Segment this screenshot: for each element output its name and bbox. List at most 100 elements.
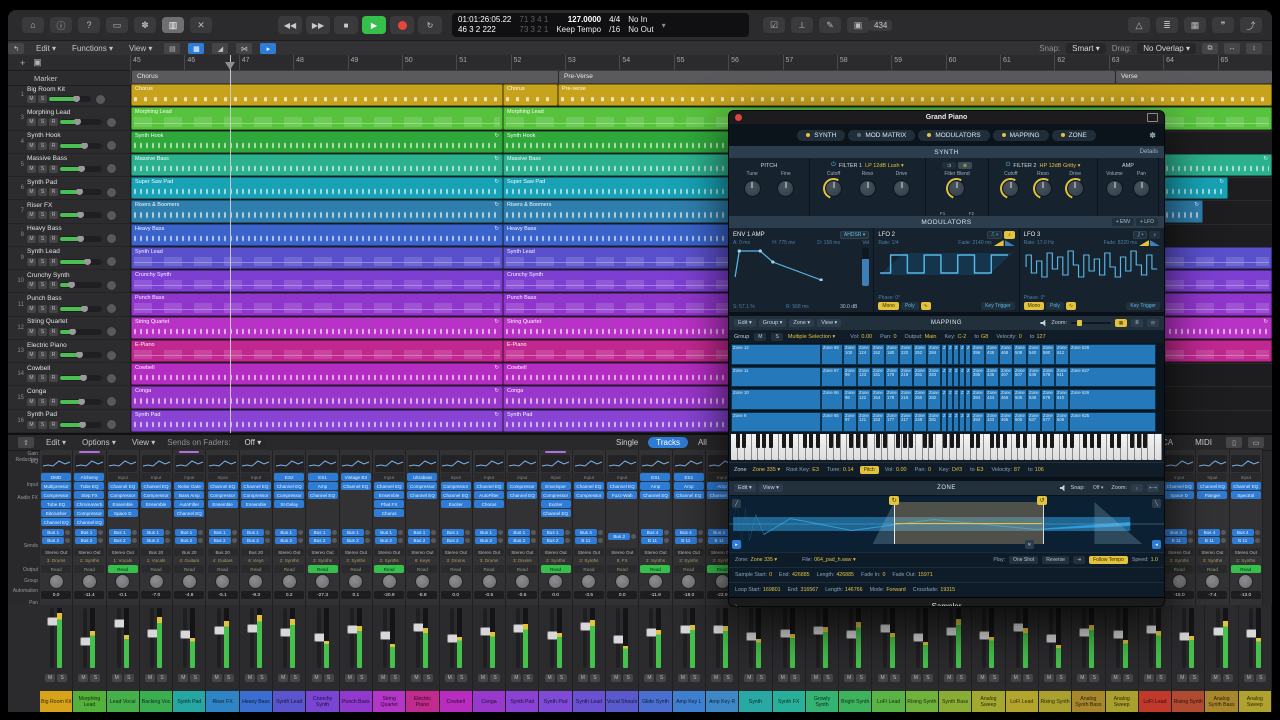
output-slot[interactable]: Bus 20 [141,548,171,556]
env-release[interactable]: R: 568 ms [786,304,809,310]
solo-button[interactable]: S [324,674,334,682]
volume-db-value[interactable]: -7.4 [1197,591,1227,599]
fader-strip[interactable]: MSSynth Pad [173,605,206,712]
channel-fader[interactable] [982,608,986,668]
lfo3-mono-button[interactable]: Mono [1024,302,1045,310]
eq-thumbnail[interactable] [241,455,270,472]
env-attack[interactable]: A: 0 ms [733,240,750,246]
lfo2-mono-button[interactable]: Mono [878,302,899,310]
channel-fader[interactable] [849,608,853,668]
piano-keyboard[interactable] [729,433,1164,462]
group-slot[interactable]: 5: FX [617,556,628,564]
zone-snap-select[interactable]: Off ▾ [1089,484,1107,492]
mixer-detach-icon[interactable]: ⇧ [18,437,34,448]
group-slot[interactable]: 3: Drums [480,556,499,564]
solo-button[interactable]: S [38,165,47,173]
automation-mode[interactable]: Read [574,565,604,573]
output-slot[interactable]: Bus 20 [174,548,204,556]
fx-slot[interactable]: Ensemble [374,491,404,499]
sample-field[interactable]: Fade In:0 [861,572,885,578]
fx-slot[interactable]: Channel EQ [507,491,537,499]
filter-blend-knob[interactable] [948,180,965,197]
fx-slot[interactable]: Channel EQ [274,482,304,490]
serial-routing-icon[interactable]: ⇉ [942,162,956,169]
zone-cell[interactable]: Zone 68 [821,344,843,365]
piano-white-key[interactable] [888,434,895,460]
output-slot[interactable]: Stereo Out [574,548,604,556]
group-slot[interactable]: 2: Synths [579,556,598,564]
send-knob[interactable] [65,530,70,535]
pan-knob[interactable] [115,574,130,589]
fx-slot[interactable]: Exciter [541,500,571,508]
piano-white-key[interactable] [916,434,923,460]
piano-black-key[interactable] [950,434,954,448]
mute-button[interactable]: M [27,374,36,382]
filter-type-select[interactable]: HP 12dB Gritty ▾ [1040,163,1081,169]
piano-black-key[interactable] [996,434,1000,448]
track-header[interactable]: 11Punch BassMSR [8,293,130,316]
back-icon[interactable]: ↰ [8,43,24,54]
piano-white-key[interactable] [1101,434,1108,460]
sample-field[interactable]: Fade Out:15971 [892,572,932,578]
send-slot[interactable]: Bus 4 [708,529,730,536]
mixer-tab-midi[interactable]: MIDI [1187,437,1220,448]
pan-knob[interactable] [82,574,97,589]
lcd-display[interactable]: 01:01:26:05.22 46 3 2 222 71 3 4 1 73 3 … [452,13,749,37]
channel-fader[interactable] [583,608,587,668]
mute-button[interactable]: M [1244,674,1254,682]
solo-button[interactable]: S [623,674,633,682]
group-slot[interactable]: 2: Synths [346,556,365,564]
group-slot[interactable]: 2: Synths [280,556,299,564]
zoom-fit-icon[interactable]: ⇤⇥ [1147,484,1159,492]
rewind-button[interactable]: ◀◀ [278,16,302,34]
output-slot[interactable]: Bus 20 [208,548,238,556]
group-slot[interactable]: 4: Guitars [213,556,233,564]
zone-cell[interactable]: Zone 9 [731,412,821,433]
lfo3-rate[interactable]: Rate: 17.0 Hz [1024,240,1055,246]
cutoff-knob[interactable] [1002,180,1019,197]
zone-cell[interactable]: Zone 609 [1055,412,1069,433]
fader-strip[interactable]: MSRiser FX [206,605,239,712]
send-knob[interactable] [98,538,103,543]
plugin-tab-synth[interactable]: SYNTH [797,130,845,141]
tab-power-dot[interactable] [927,133,931,137]
group-slot[interactable]: 2: Synths [80,556,99,564]
zone-cell[interactable]: Zone 177 [885,412,899,433]
send-slot[interactable]: Bus 2 [442,537,464,544]
fx-slot[interactable]: AutoFilter [474,491,504,499]
record-enable-button[interactable]: R [49,328,58,336]
piano-black-key[interactable] [756,434,760,448]
volume-db-value[interactable]: 0.0 [41,591,71,599]
fx-slot[interactable]: Multipressor [41,482,71,490]
channel-fader[interactable] [883,608,887,668]
group-slot[interactable]: 6: Keys [415,556,430,564]
zone-map-grid[interactable]: Zone 12Zone 68Zone 100Zone 124Zone 152Zo… [729,343,1164,433]
channel-strip[interactable]: ES1AmpChannel EQBus 4B 11Stereo Out2: Sy… [639,450,672,607]
volume-db-value[interactable]: 0.1 [341,591,371,599]
lfo3-shape-icon[interactable]: ∿ [1066,302,1076,310]
zoom-v-slider[interactable]: ↕ [1246,43,1262,54]
zone-cell[interactable]: Zone 281 [927,412,941,433]
mute-button[interactable]: M [145,674,155,682]
send-slot[interactable]: Bus 1 [109,529,131,536]
eq-thumbnail[interactable] [1231,455,1260,472]
solo-button[interactable]: S [38,374,47,382]
mute-button[interactable]: M [27,281,36,289]
fader-strip[interactable]: MSVocal Shouts [606,605,639,712]
output-slot[interactable]: Stereo Out [1231,548,1261,556]
zone-cell[interactable]: Zone 98 [843,389,857,410]
fx-slot[interactable]: AutoFilter [174,500,204,508]
env-depth[interactable]: 30.0 dB [840,304,857,310]
mixer-menu-edit[interactable]: Edit ▾ [42,438,70,447]
pan-knob[interactable] [248,574,263,589]
fx-slot[interactable]: Tube EQ [74,482,104,490]
send-knob[interactable] [332,538,337,543]
eq-thumbnail[interactable] [674,455,703,472]
output-slot[interactable]: Stereo Out [374,548,404,556]
pan-knob[interactable] [106,233,117,244]
fader-strip[interactable]: MSRising Synth [906,605,939,712]
audition-icon[interactable] [1040,320,1047,327]
eq-thumbnail[interactable] [541,455,570,472]
loop-field[interactable]: Loop Start:169801 [735,587,781,593]
mute-button[interactable]: M [78,674,88,682]
